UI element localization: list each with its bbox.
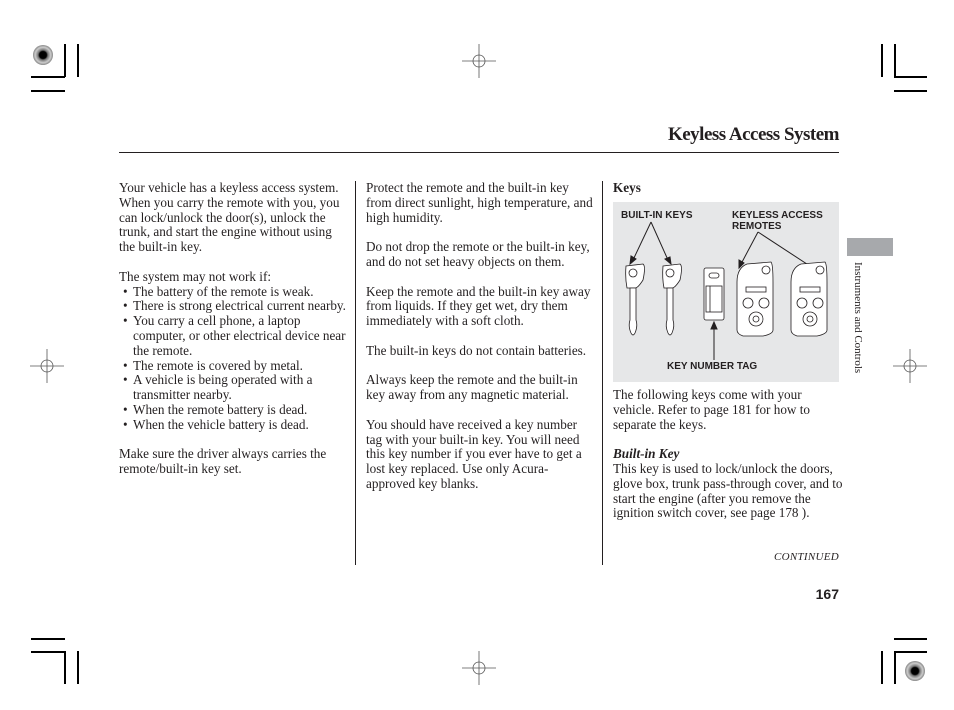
built-in-key-icon	[662, 263, 682, 336]
list-item: When the vehicle battery is dead.	[119, 417, 351, 433]
list-intro: The system may not work if:	[119, 268, 271, 284]
paragraph: Protect the remote and the built-in key …	[366, 180, 593, 225]
column-1: Your vehicle has a keyless access system…	[119, 180, 351, 492]
paragraph: You should have received a key number ta…	[366, 416, 582, 491]
continued-label: CONTINUED	[773, 551, 839, 563]
registration-target-icon	[33, 45, 53, 65]
column-divider	[355, 181, 356, 565]
title-divider	[119, 152, 839, 153]
keys-heading: Keys	[613, 180, 641, 195]
list-item: You carry a cell phone, a laptop compute…	[119, 313, 351, 358]
built-in-key-icon	[625, 263, 645, 336]
keys-drawing	[625, 221, 828, 360]
column-3: The following keys come with your vehicl…	[613, 387, 843, 536]
section-tab	[847, 238, 893, 256]
paragraph: The built-in keys do not contain batteri…	[366, 342, 587, 358]
section-label: Instruments and Controls	[852, 262, 864, 374]
paragraph: Always keep the remote and the built-in …	[366, 372, 578, 403]
built-in-key-description: This key is used to lock/unlock the door…	[613, 460, 843, 521]
intro-paragraph: Your vehicle has a keyless access system…	[119, 180, 340, 255]
key-number-tag-icon	[703, 267, 725, 321]
closing-paragraph: Make sure the driver always carries the …	[119, 446, 327, 477]
keys-illustration: BUILT-IN KEYS KEYLESS ACCESS REMOTES KEY…	[613, 202, 839, 382]
list-item: A vehicle is being operated with a trans…	[119, 373, 351, 403]
list-item: When the remote battery is dead.	[119, 402, 351, 418]
keyless-remote-icon	[736, 261, 774, 337]
column-2: Protect the remote and the built-in key …	[366, 180, 596, 507]
registration-target-icon	[905, 661, 925, 681]
list-item: The remote is covered by metal.	[119, 358, 351, 374]
crosshair-top-icon	[462, 44, 496, 78]
page-number: 167	[815, 586, 839, 602]
crosshair-left-icon	[30, 349, 64, 383]
column-divider	[602, 181, 603, 565]
list-item: The battery of the remote is weak.	[119, 284, 351, 300]
paragraph: Keep the remote and the built-in key awa…	[366, 283, 591, 329]
crosshair-bottom-icon	[462, 651, 496, 685]
list-item: There is strong electrical current nearb…	[119, 299, 351, 314]
paragraph: Do not drop the remote or the built-in k…	[366, 239, 590, 269]
conditions-list: The battery of the remote is weak. There…	[119, 284, 351, 433]
page-title: Keyless Access System	[667, 124, 840, 145]
keyless-remote-icon	[790, 261, 828, 337]
crosshair-right-icon	[893, 349, 927, 383]
built-in-key-subheading: Built-in Key	[613, 446, 680, 462]
keys-intro: The following keys come with your vehicl…	[613, 387, 811, 432]
